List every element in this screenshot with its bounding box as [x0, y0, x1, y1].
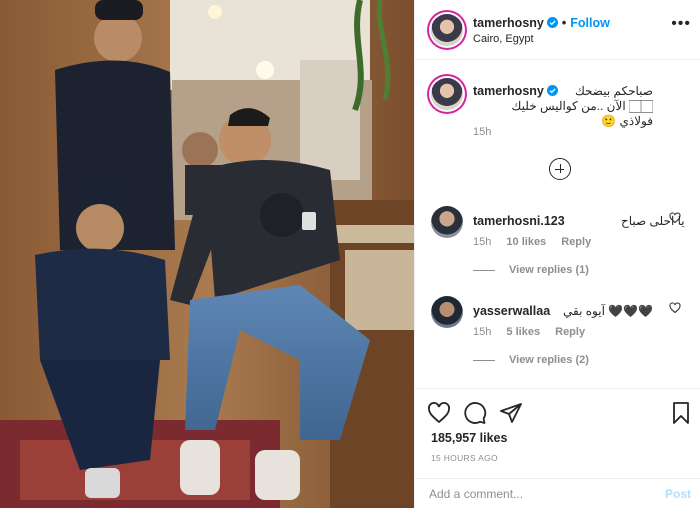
view-replies-label: View replies (1): [509, 264, 589, 276]
heart-icon[interactable]: [427, 401, 451, 425]
caption-text: صباحكم بيضحك 🏻🏻 الآن ..من كواليس خليك فو…: [511, 84, 653, 128]
comment-timestamp[interactable]: 15h: [473, 326, 491, 338]
replies-divider: [473, 269, 495, 271]
post-header: tamerhosny • Follow Cairo, Egypt •••: [415, 0, 700, 60]
reply-button[interactable]: Reply: [555, 326, 585, 338]
likes-count[interactable]: 185,957 likes: [431, 431, 507, 445]
comment-icon[interactable]: [463, 401, 487, 425]
post-comment-button[interactable]: Post: [665, 487, 691, 501]
commenter-username[interactable]: tamerhosni.123: [473, 214, 565, 228]
author-avatar[interactable]: [431, 14, 463, 46]
post-photo[interactable]: [0, 0, 414, 508]
comment-likes[interactable]: 5 likes: [506, 326, 540, 338]
commenter-avatar[interactable]: [431, 296, 463, 328]
plus-circle-icon[interactable]: [549, 158, 571, 180]
author-header-line: tamerhosny • Follow: [473, 16, 610, 30]
author-username[interactable]: tamerhosny: [473, 16, 544, 30]
more-options-icon[interactable]: •••: [671, 15, 691, 33]
replies-divider: [473, 359, 495, 361]
caption-author-avatar[interactable]: [431, 78, 463, 110]
comment-input[interactable]: [429, 485, 649, 503]
view-replies-label: View replies (2): [509, 354, 589, 366]
follow-button[interactable]: Follow: [570, 16, 610, 30]
reply-button[interactable]: Reply: [561, 236, 591, 248]
post-actions-area: 185,957 likes 15 HOURS AGO Post: [415, 388, 700, 508]
verified-badge-icon: [546, 17, 558, 28]
add-comment-bar: Post: [415, 478, 700, 508]
comment-text: آيوه بقي 🖤🖤🖤: [563, 304, 654, 318]
commenter-avatar[interactable]: [431, 206, 463, 238]
paper-plane-icon[interactable]: [499, 401, 523, 425]
post-photo-illustration: [0, 0, 414, 508]
comment-likes[interactable]: 10 likes: [506, 236, 546, 248]
commenter-username[interactable]: yasserwallaa: [473, 304, 550, 318]
heart-icon[interactable]: [669, 212, 681, 224]
comment-meta: 15h 10 likes Reply: [473, 236, 603, 248]
view-replies-button[interactable]: View replies (1): [473, 264, 589, 276]
comment-meta: 15h 5 likes Reply: [473, 326, 597, 338]
post-location[interactable]: Cairo, Egypt: [473, 33, 534, 45]
bookmark-icon[interactable]: [669, 401, 693, 425]
post-details-panel: tamerhosny • Follow Cairo, Egypt ••• tamer…: [414, 0, 700, 508]
separator-dot: •: [561, 16, 567, 30]
view-replies-button[interactable]: View replies (2): [473, 354, 589, 366]
posted-ago[interactable]: 15 HOURS AGO: [431, 453, 498, 463]
heart-icon[interactable]: [669, 302, 681, 314]
caption-timestamp[interactable]: 15h: [473, 126, 491, 138]
comment-timestamp[interactable]: 15h: [473, 236, 491, 248]
